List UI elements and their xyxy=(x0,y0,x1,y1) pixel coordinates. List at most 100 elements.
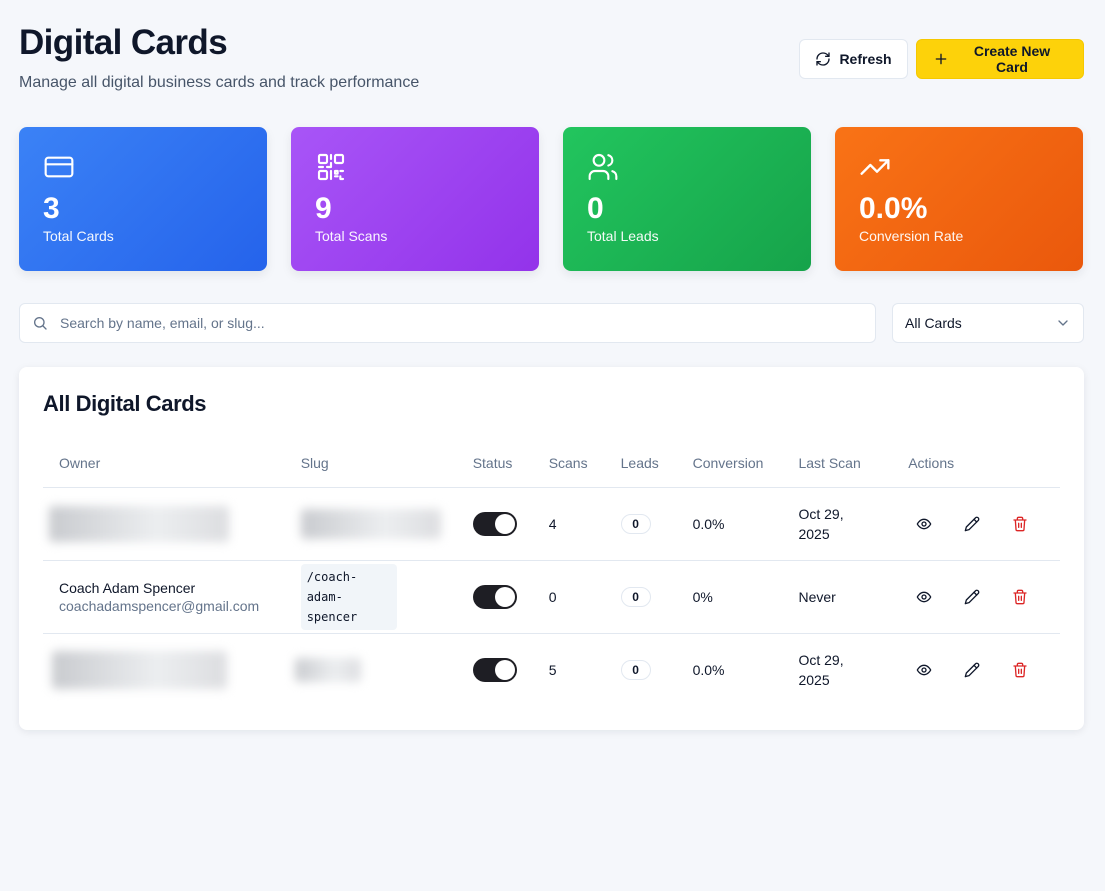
view-button[interactable] xyxy=(908,508,940,540)
card-filter-select[interactable]: All Cards xyxy=(892,303,1084,343)
column-header-owner: Owner xyxy=(43,439,285,488)
leads-badge: 0 xyxy=(620,659,651,680)
stat-label: Total Cards xyxy=(43,228,114,244)
scans-cell: 5 xyxy=(548,661,557,678)
page-title: Digital Cards xyxy=(19,23,228,62)
eye-icon xyxy=(916,589,932,605)
chevron-down-icon xyxy=(1055,315,1071,331)
slug-cell: /coach-adam-spencer xyxy=(284,560,457,634)
leads-badge: 0 xyxy=(620,586,651,607)
stat-value: 0 xyxy=(587,192,604,225)
credit-card-icon xyxy=(43,151,75,183)
trash-icon xyxy=(1012,516,1028,532)
stat-card-total-scans: 9 Total Scans xyxy=(291,127,539,271)
create-card-button[interactable]: Create New Card xyxy=(916,39,1084,79)
leads-badge: 0 xyxy=(620,513,651,534)
column-header-last-scan: Last Scan xyxy=(782,439,893,488)
edit-button[interactable] xyxy=(956,508,988,540)
edit-button[interactable] xyxy=(956,654,988,686)
redacted-slug xyxy=(300,508,441,539)
status-toggle[interactable] xyxy=(472,657,517,682)
redacted-slug xyxy=(294,657,361,682)
trash-icon xyxy=(1012,662,1028,678)
actions-cell xyxy=(892,560,1060,634)
last-scan-cell: Oct 29, 2025 xyxy=(782,487,893,561)
slug-cell xyxy=(285,633,457,706)
last-scan-cell: Never xyxy=(782,560,893,634)
status-cell xyxy=(457,633,533,706)
search-input[interactable] xyxy=(60,315,840,331)
refresh-button[interactable]: Refresh xyxy=(799,39,908,79)
conversion-cell: 0% xyxy=(676,560,783,634)
column-header-scans: Scans xyxy=(532,439,605,488)
trending-up-icon xyxy=(859,151,891,183)
actions-cell xyxy=(892,633,1060,706)
owner-name: Coach Adam Spencer xyxy=(59,579,196,596)
view-button[interactable] xyxy=(908,654,940,686)
delete-button[interactable] xyxy=(1004,654,1036,686)
status-cell xyxy=(456,487,533,561)
stat-label: Conversion Rate xyxy=(859,228,964,244)
delete-button[interactable] xyxy=(1004,508,1036,540)
slug-cell xyxy=(284,487,457,561)
qr-code-icon xyxy=(315,151,347,183)
stat-card-total-leads: 0 Total Leads xyxy=(563,127,811,271)
search-icon xyxy=(32,315,48,331)
stat-card-conversion-rate: 0.0% Conversion Rate xyxy=(835,127,1083,271)
refresh-icon xyxy=(815,51,831,67)
owner-cell xyxy=(43,487,285,561)
delete-button[interactable] xyxy=(1004,581,1036,613)
status-toggle[interactable] xyxy=(472,511,517,536)
owner-cell: Coach Adam Spencer coachadamspencer@gmai… xyxy=(43,560,285,634)
leads-cell: 0 xyxy=(604,487,677,561)
stats-row: 3 Total Cards 9 Total Scans 0 Total Lead… xyxy=(19,127,1084,271)
eye-icon xyxy=(916,516,932,532)
conversion-cell: 0.0% xyxy=(676,487,783,561)
page-subtitle: Manage all digital business cards and tr… xyxy=(19,74,420,91)
plus-icon xyxy=(933,51,949,67)
column-header-actions: Actions xyxy=(892,439,1060,488)
status-toggle[interactable] xyxy=(472,584,517,609)
stat-label: Total Scans xyxy=(315,228,388,244)
column-header-leads: Leads xyxy=(604,439,677,488)
stat-value: 3 xyxy=(43,192,60,225)
trash-icon xyxy=(1012,589,1028,605)
table-row: 5 0 0.0% Oct 29, 2025 xyxy=(43,633,1060,706)
stat-value: 9 xyxy=(315,192,332,225)
table-row: 4 0 0.0% Oct 29, 2025 xyxy=(43,487,1060,561)
filter-selected-value: All Cards xyxy=(905,315,962,331)
page-header: Digital Cards Manage all digital busines… xyxy=(19,22,419,92)
column-header-status: Status xyxy=(456,439,533,488)
last-scan-value: Oct 29, 2025 xyxy=(798,651,844,688)
stat-card-total-cards: 3 Total Cards xyxy=(19,127,267,271)
stat-value: 0.0% xyxy=(859,192,928,225)
last-scan-value: Oct 29, 2025 xyxy=(798,505,844,542)
scans-cell: 0 xyxy=(532,560,605,634)
users-icon xyxy=(587,151,619,183)
actions-cell xyxy=(892,487,1060,561)
owner-cell xyxy=(43,633,285,706)
eye-icon xyxy=(916,662,932,678)
owner-email: coachadamspencer@gmail.com xyxy=(59,597,260,614)
column-header-slug: Slug xyxy=(284,439,457,488)
scans-cell: 4 xyxy=(532,487,605,561)
header-actions: Refresh Create New Card xyxy=(799,39,1084,79)
last-scan-value: Never xyxy=(798,588,836,605)
cards-table: Owner Slug Status Scans Leads Conversion… xyxy=(43,439,1060,706)
last-scan-cell: Oct 29, 2025 xyxy=(782,633,892,706)
redacted-owner xyxy=(49,505,229,542)
pencil-icon xyxy=(964,662,980,678)
refresh-label: Refresh xyxy=(839,51,892,67)
conversion-cell: 0.0% xyxy=(692,661,725,678)
edit-button[interactable] xyxy=(956,581,988,613)
table-header-row: Owner Slug Status Scans Leads Conversion… xyxy=(43,439,1060,488)
column-header-conversion: Conversion xyxy=(676,439,783,488)
search-box xyxy=(19,303,876,343)
leads-cell: 0 xyxy=(605,633,677,706)
view-button[interactable] xyxy=(908,581,940,613)
status-cell xyxy=(456,560,533,634)
table-title: All Digital Cards xyxy=(43,391,207,416)
pencil-icon xyxy=(964,589,980,605)
slug-code: /coach-adam-spencer xyxy=(300,563,397,630)
table-row: Coach Adam Spencer coachadamspencer@gmai… xyxy=(43,560,1060,634)
